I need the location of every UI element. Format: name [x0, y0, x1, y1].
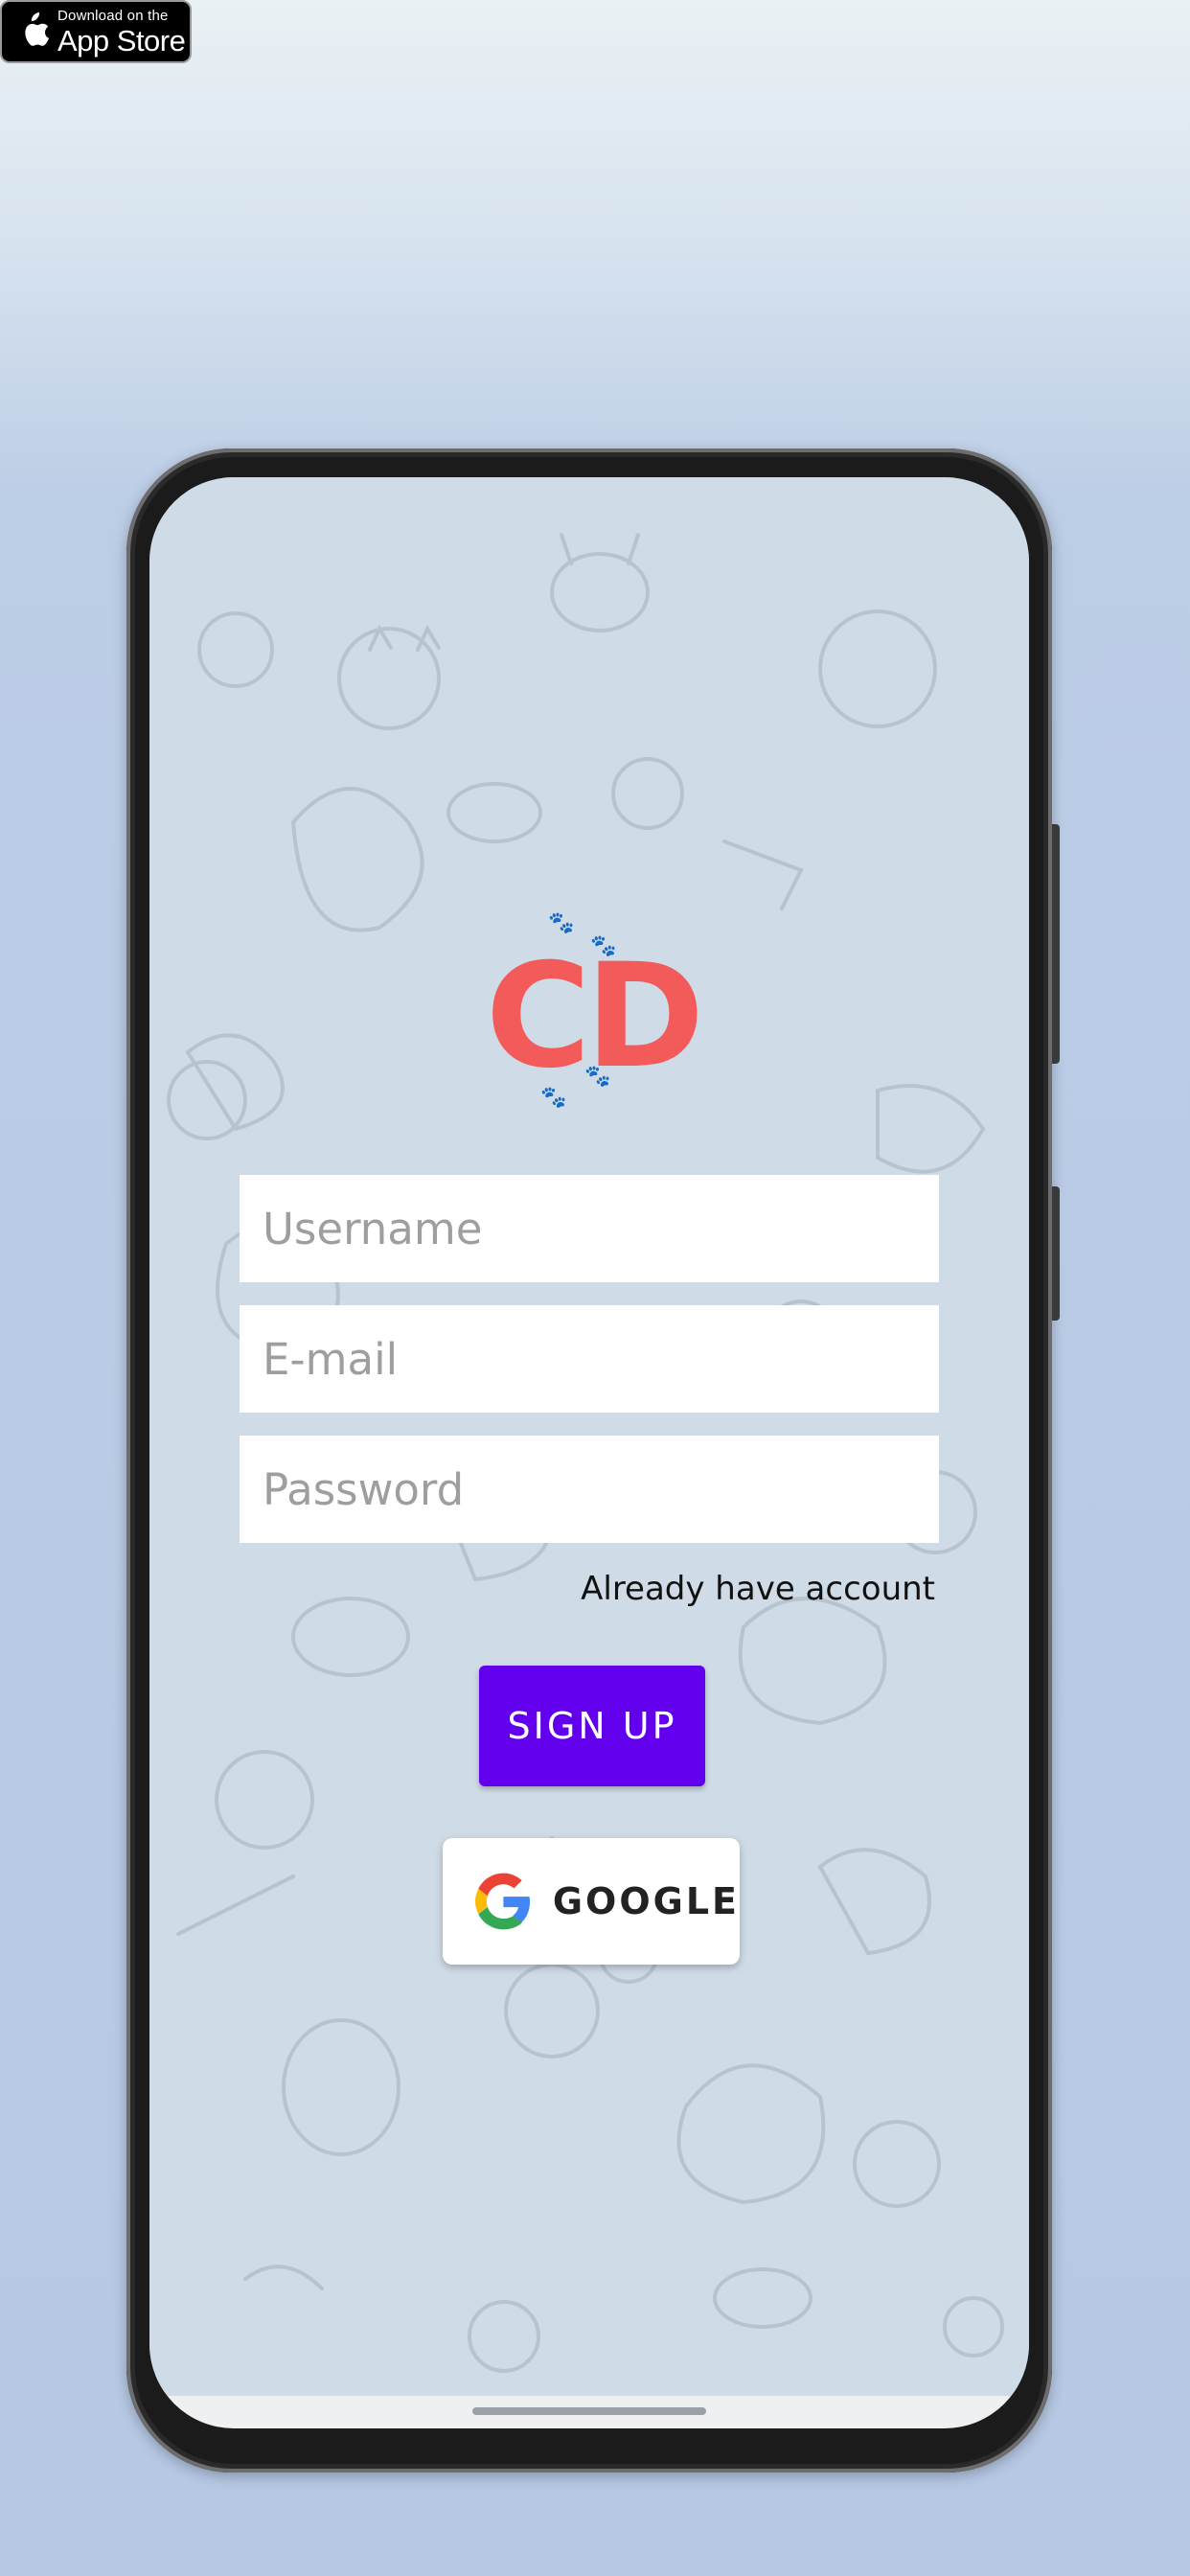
sign-up-label: SIGN UP	[507, 1705, 677, 1747]
google-label: GOOGLE	[552, 1880, 740, 1922]
badge-line2: App Store	[57, 23, 186, 58]
google-sign-in-button[interactable]: GOOGLE	[443, 1838, 740, 1965]
volume-button	[1052, 824, 1060, 1064]
password-field[interactable]	[240, 1436, 939, 1543]
app-store-badge[interactable]: Download on the App Store	[0, 0, 192, 63]
password-input[interactable]	[261, 1462, 939, 1516]
home-indicator	[472, 2407, 706, 2415]
username-field[interactable]	[240, 1175, 939, 1282]
badge-line1: Download on the	[57, 7, 169, 24]
already-have-account-link[interactable]: Already have account	[581, 1570, 935, 1608]
power-button	[1052, 1186, 1060, 1321]
app-logo: 🐾 🐾 🐾 🐾 CD	[477, 910, 707, 1112]
paw-icon: 🐾	[548, 910, 575, 934]
phone-frame: 🐾 🐾 🐾 🐾 CD Already have account SIGN UP	[126, 448, 1060, 2472]
sign-up-button[interactable]: SIGN UP	[479, 1666, 705, 1786]
phone-screen: 🐾 🐾 🐾 🐾 CD Already have account SIGN UP	[149, 477, 1029, 2428]
username-input[interactable]	[261, 1202, 939, 1255]
apple-icon	[25, 12, 49, 46]
email-input[interactable]	[261, 1332, 939, 1386]
email-field[interactable]	[240, 1305, 939, 1413]
google-icon	[475, 1873, 530, 1930]
logo-text: CD	[485, 933, 705, 1100]
